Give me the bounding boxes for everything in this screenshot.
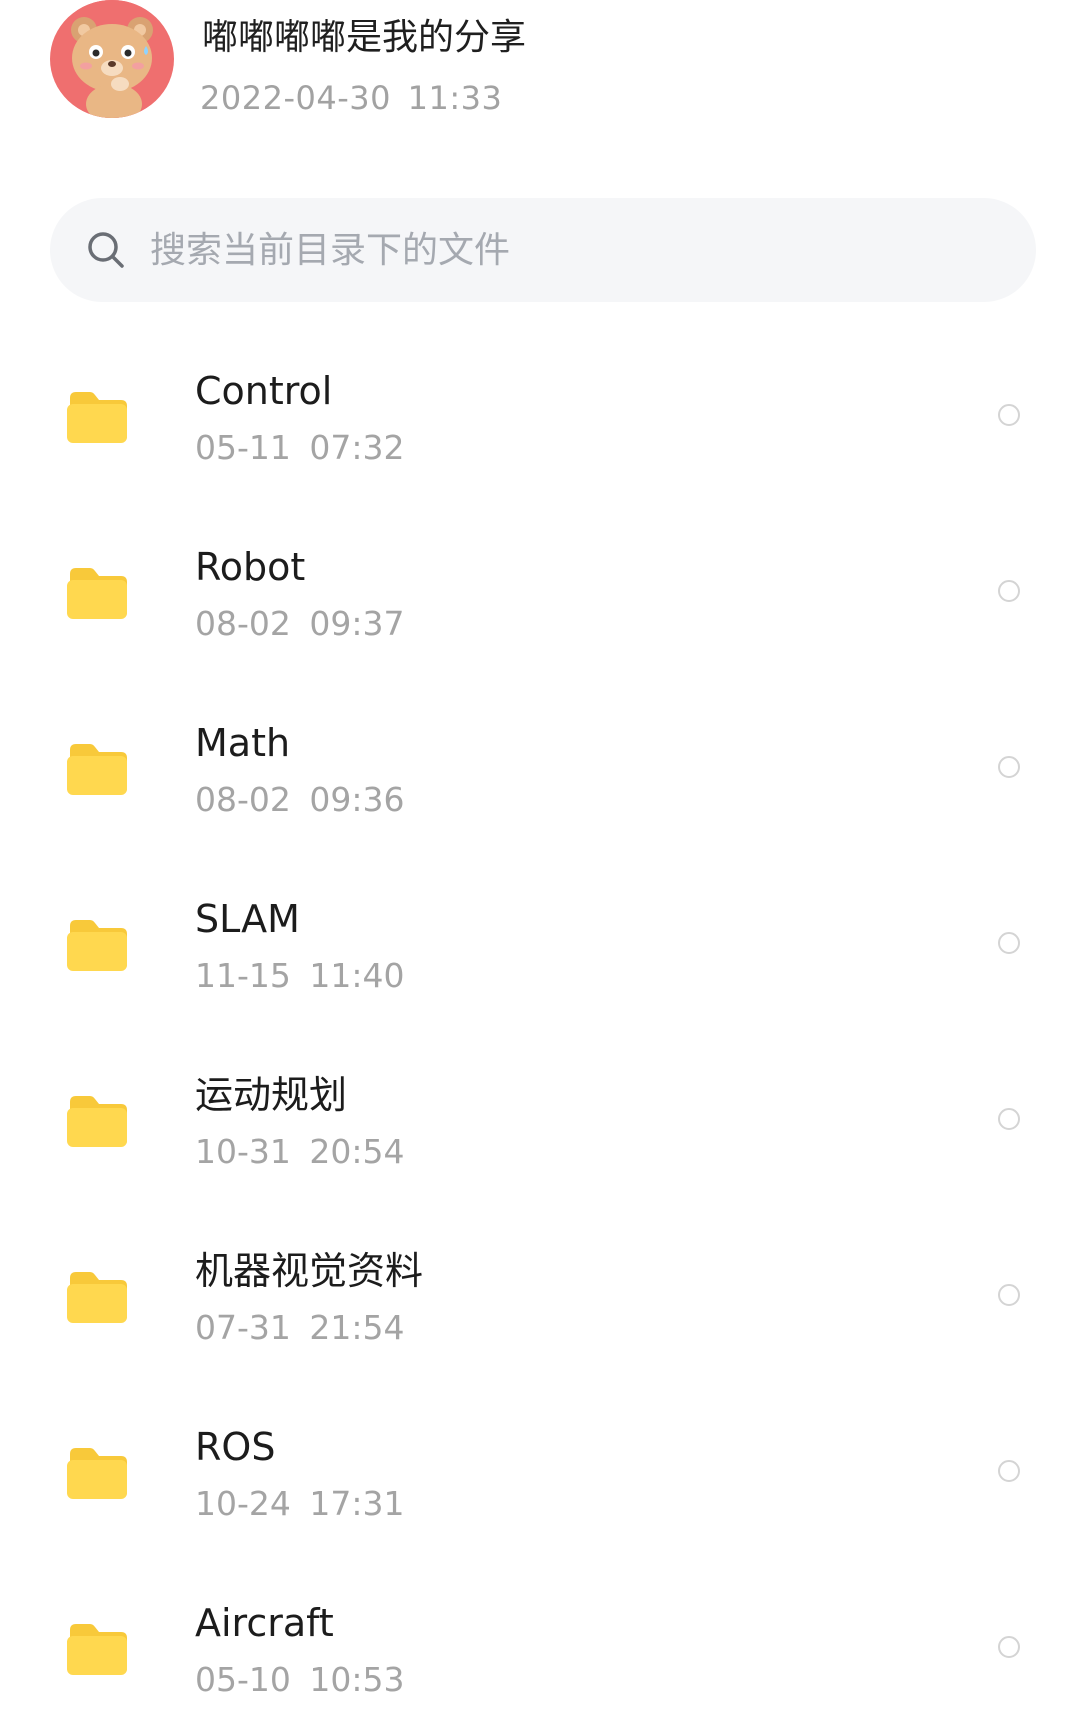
folder-icon [66, 1094, 128, 1148]
file-list: Control 05-11 07:32 Robot 08-02 09:37 Ma… [0, 330, 1080, 1728]
file-time: 08-02 09:37 [195, 604, 405, 643]
file-row[interactable]: Aircraft 05-10 10:53 [0, 1562, 1080, 1728]
file-time: 11-15 11:40 [195, 956, 405, 995]
file-time: 05-11 07:32 [195, 428, 405, 467]
file-name: Control [195, 369, 333, 413]
file-row[interactable]: Control 05-11 07:32 [0, 330, 1080, 506]
share-page: 嘟嘟嘟嘟是我的分享 2022-04-30 11:33 Control 05-11… [0, 0, 1080, 1728]
folder-icon [66, 390, 128, 444]
file-row[interactable]: 机器视觉资料 07-31 21:54 [0, 1210, 1080, 1386]
folder-icon [66, 1622, 128, 1676]
radio-circle-icon[interactable] [998, 1108, 1020, 1130]
radio-circle-icon[interactable] [998, 1284, 1020, 1306]
share-title: 嘟嘟嘟嘟是我的分享 [202, 17, 527, 58]
folder-icon [66, 1446, 128, 1500]
file-row[interactable]: 运动规划 10-31 20:54 [0, 1034, 1080, 1210]
folder-icon [66, 742, 128, 796]
file-name: ROS [195, 1425, 276, 1469]
file-name: SLAM [195, 897, 300, 941]
share-header: 嘟嘟嘟嘟是我的分享 2022-04-30 11:33 [0, 0, 1080, 160]
radio-circle-icon[interactable] [998, 932, 1020, 954]
search-icon [88, 232, 124, 268]
radio-circle-icon[interactable] [998, 1636, 1020, 1658]
file-time: 10-24 17:31 [195, 1484, 405, 1523]
file-time: 08-02 09:36 [195, 780, 405, 819]
file-time: 07-31 21:54 [195, 1308, 405, 1347]
radio-circle-icon[interactable] [998, 580, 1020, 602]
folder-icon [66, 918, 128, 972]
file-name: Robot [195, 545, 306, 589]
file-name: Aircraft [195, 1601, 334, 1645]
file-row[interactable]: ROS 10-24 17:31 [0, 1386, 1080, 1562]
search-bar[interactable] [50, 198, 1036, 302]
file-name: 机器视觉资料 [195, 1249, 424, 1293]
file-time: 05-10 10:53 [195, 1660, 405, 1699]
folder-icon [66, 1270, 128, 1324]
radio-circle-icon[interactable] [998, 1460, 1020, 1482]
radio-circle-icon[interactable] [998, 756, 1020, 778]
share-time: 2022-04-30 11:33 [200, 79, 503, 117]
file-name: 运动规划 [195, 1073, 348, 1117]
file-name: Math [195, 721, 291, 765]
radio-circle-icon[interactable] [998, 404, 1020, 426]
file-row[interactable]: SLAM 11-15 11:40 [0, 858, 1080, 1034]
search-input[interactable] [150, 220, 1010, 280]
avatar-illustration [52, 0, 172, 118]
file-row[interactable]: Math 08-02 09:36 [0, 682, 1080, 858]
file-row[interactable]: Robot 08-02 09:37 [0, 506, 1080, 682]
file-time: 10-31 20:54 [195, 1132, 405, 1171]
folder-icon [66, 566, 128, 620]
bear-avatar-icon[interactable] [50, 0, 174, 118]
